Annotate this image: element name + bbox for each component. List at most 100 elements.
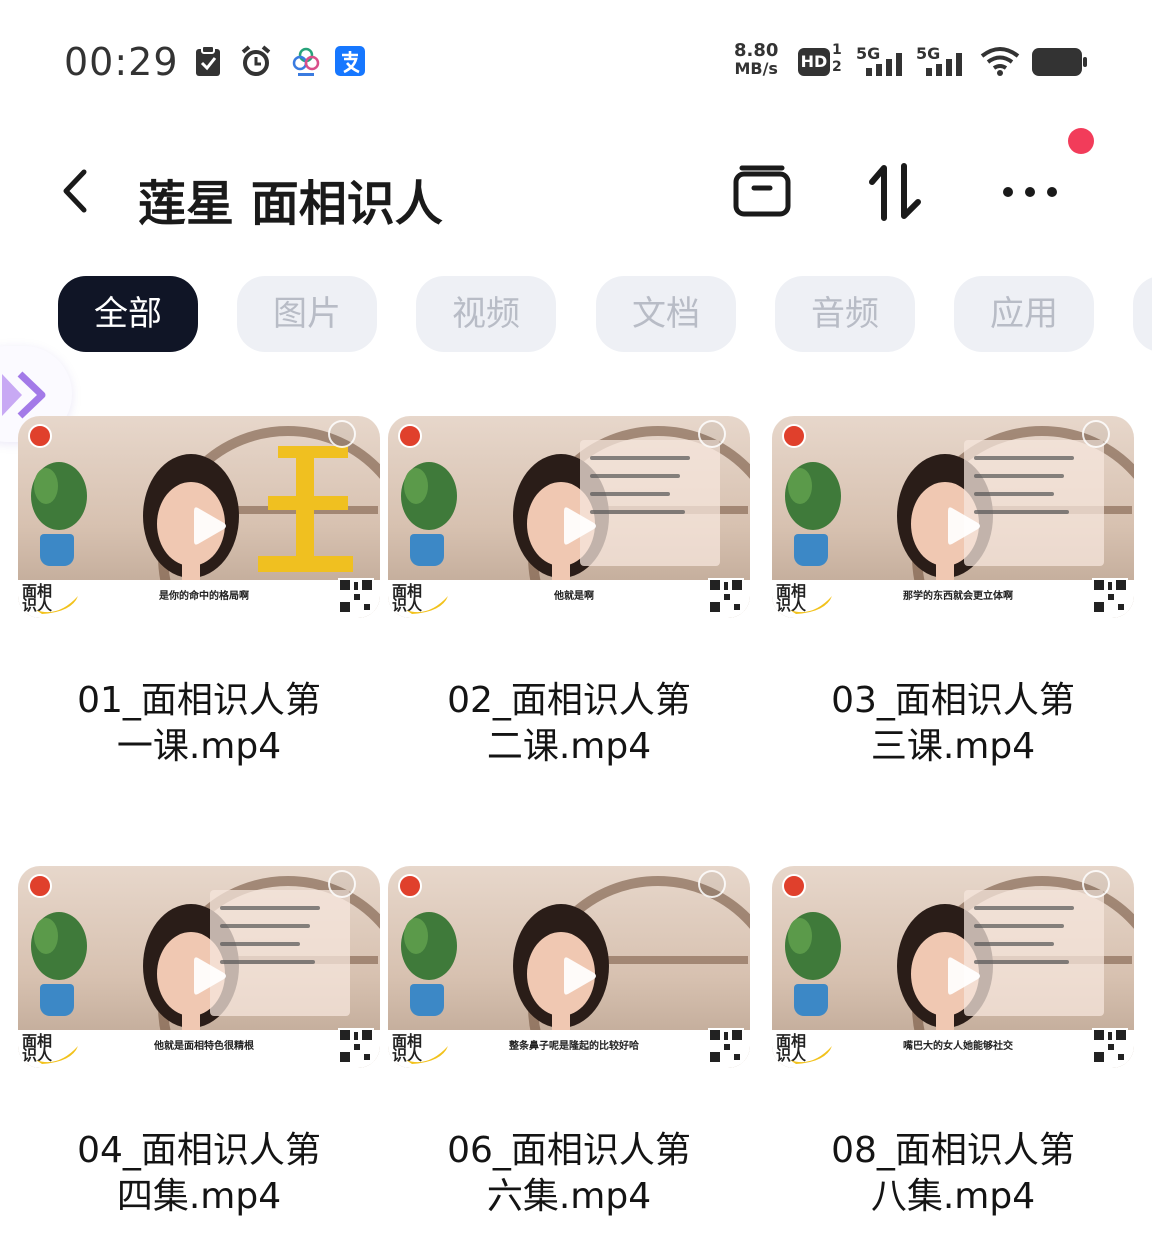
double-chevron-icon: [2, 371, 46, 419]
plant-graphic: [785, 462, 841, 530]
play-icon[interactable]: [180, 948, 236, 1004]
banana-sticker-icon: [406, 1046, 448, 1064]
file-name[interactable]: 06_面相识人第 六集.mp4: [388, 1128, 750, 1220]
video-subtitle: 嘴巴大的女人她能够社交: [903, 1041, 1013, 1052]
tab-all[interactable]: 全部: [58, 276, 198, 352]
sort-icon[interactable]: [864, 160, 928, 224]
channel-logo-icon: [398, 424, 422, 448]
banana-sticker-icon: [36, 1046, 78, 1064]
file-card[interactable]: 面相识人 他就是啊 02_面相识人第 二课.mp4: [388, 416, 750, 767]
video-thumbnail[interactable]: 面相识人 那学的东西就会更立体啊: [772, 416, 1134, 618]
file-card[interactable]: 面相识人 他就是面相特色很精根 04_面相识人第 四集.mp4: [18, 866, 380, 1217]
back-icon[interactable]: [56, 166, 96, 216]
video-subtitle: 是你的命中的格局啊: [159, 591, 249, 602]
tab-apps[interactable]: 应用: [954, 276, 1094, 352]
qr-code-icon: [708, 578, 744, 614]
plant-graphic: [401, 462, 457, 530]
plant-graphic: [785, 912, 841, 980]
alipay-icon: [335, 46, 365, 76]
alarm-icon: [241, 45, 271, 76]
file-name-line-2: 八集.mp4: [870, 1176, 1036, 1217]
play-icon[interactable]: [550, 948, 606, 1004]
tab-overflow[interactable]: [1133, 276, 1152, 352]
file-name-line-2: 三课.mp4: [870, 726, 1036, 767]
pot-graphic: [410, 984, 444, 1016]
video-subtitle: 整条鼻子呢是隆起的比较好哈: [509, 1041, 639, 1052]
play-icon[interactable]: [934, 948, 990, 1004]
select-checkbox[interactable]: [698, 420, 726, 448]
title-graphic: [258, 446, 353, 572]
plant-graphic: [31, 912, 87, 980]
qr-code-icon: [1092, 1028, 1128, 1064]
tab-videos[interactable]: 视频: [416, 276, 556, 352]
file-name[interactable]: 02_面相识人第 二课.mp4: [388, 678, 750, 770]
tab-documents[interactable]: 文档: [596, 276, 736, 352]
qr-code-icon: [1092, 578, 1128, 614]
network-speed-unit: MB/s: [734, 59, 778, 78]
page-title: 莲星 面相识人: [138, 176, 443, 232]
file-name-line-2: 四集.mp4: [116, 1176, 282, 1217]
select-checkbox[interactable]: [328, 870, 356, 898]
channel-logo-icon: [782, 874, 806, 898]
channel-logo-icon: [398, 874, 422, 898]
qr-code-icon: [338, 1028, 374, 1064]
archive-icon[interactable]: [730, 160, 794, 224]
clipboard-check-icon: [196, 45, 220, 76]
file-name[interactable]: 01_面相识人第 一课.mp4: [18, 678, 380, 770]
more-icon[interactable]: [998, 160, 1062, 224]
tab-audio[interactable]: 音频: [775, 276, 915, 352]
video-thumbnail[interactable]: 面相识人 他就是啊: [388, 416, 750, 618]
file-name-line-1: 04_面相识人第: [77, 1130, 321, 1171]
hd-voice-icon: HD: [798, 48, 830, 76]
qr-code-icon: [708, 1028, 744, 1064]
file-name[interactable]: 04_面相识人第 四集.mp4: [18, 1128, 380, 1220]
file-card[interactable]: 面相识人 整条鼻子呢是隆起的比较好哈 06_面相识人第 六集.mp4: [388, 866, 750, 1217]
network-speed: 8.80 MB/s: [734, 42, 778, 78]
file-name[interactable]: 03_面相识人第 三课.mp4: [772, 678, 1134, 770]
channel-logo-icon: [28, 424, 52, 448]
file-name-line-2: 六集.mp4: [486, 1176, 652, 1217]
plant-graphic: [401, 912, 457, 980]
select-checkbox[interactable]: [1082, 420, 1110, 448]
select-checkbox[interactable]: [328, 420, 356, 448]
play-icon[interactable]: [934, 498, 990, 554]
file-card[interactable]: 面相识人 是你的命中的格局啊 01_面相识人第 一课.mp4: [18, 416, 380, 767]
tab-images[interactable]: 图片: [237, 276, 377, 352]
qr-code-icon: [338, 578, 374, 614]
hd-voice-slot: 1 2: [832, 42, 842, 76]
filter-tabs: 全部 图片 视频 文档 音频 应用: [58, 276, 1152, 354]
clover-app-icon: [292, 47, 320, 76]
video-subtitle: 他就是啊: [554, 591, 594, 602]
file-name-line-2: 二课.mp4: [486, 726, 652, 767]
battery-icon: [1032, 48, 1087, 76]
file-card[interactable]: 面相识人 嘴巴大的女人她能够社交 08_面相识人第 八集.mp4: [772, 866, 1134, 1217]
select-checkbox[interactable]: [698, 870, 726, 898]
file-name[interactable]: 08_面相识人第 八集.mp4: [772, 1128, 1134, 1220]
pot-graphic: [40, 984, 74, 1016]
wifi-icon: [980, 47, 1020, 76]
hd-slot-1: 1: [832, 42, 842, 58]
video-thumbnail[interactable]: 面相识人 嘴巴大的女人她能够社交: [772, 866, 1134, 1068]
file-name-line-1: 08_面相识人第: [831, 1130, 1075, 1171]
pot-graphic: [794, 534, 828, 566]
video-subtitle: 他就是面相特色很精根: [154, 1041, 254, 1052]
video-thumbnail[interactable]: 面相识人 整条鼻子呢是隆起的比较好哈: [388, 866, 750, 1068]
banana-sticker-icon: [790, 1046, 832, 1064]
network-speed-value: 8.80: [734, 40, 779, 61]
play-icon[interactable]: [180, 498, 236, 554]
notification-dot: [1068, 128, 1094, 154]
file-card[interactable]: 面相识人 那学的东西就会更立体啊 03_面相识人第 三课.mp4: [772, 416, 1134, 767]
clock: 00:29: [64, 40, 179, 84]
video-thumbnail[interactable]: 面相识人 是你的命中的格局啊: [18, 416, 380, 618]
pot-graphic: [794, 984, 828, 1016]
play-icon[interactable]: [550, 498, 606, 554]
status-bar: 00:29 8.80 MB/s HD 1 2 5G 5G: [0, 0, 1152, 120]
signal-sim1-icon: 5G: [856, 44, 910, 78]
file-name-line-1: 06_面相识人第: [447, 1130, 691, 1171]
channel-logo-icon: [28, 874, 52, 898]
file-name-line-1: 01_面相识人第: [77, 680, 321, 721]
select-checkbox[interactable]: [1082, 870, 1110, 898]
plant-graphic: [31, 462, 87, 530]
file-name-line-1: 03_面相识人第: [831, 680, 1075, 721]
video-thumbnail[interactable]: 面相识人 他就是面相特色很精根: [18, 866, 380, 1068]
